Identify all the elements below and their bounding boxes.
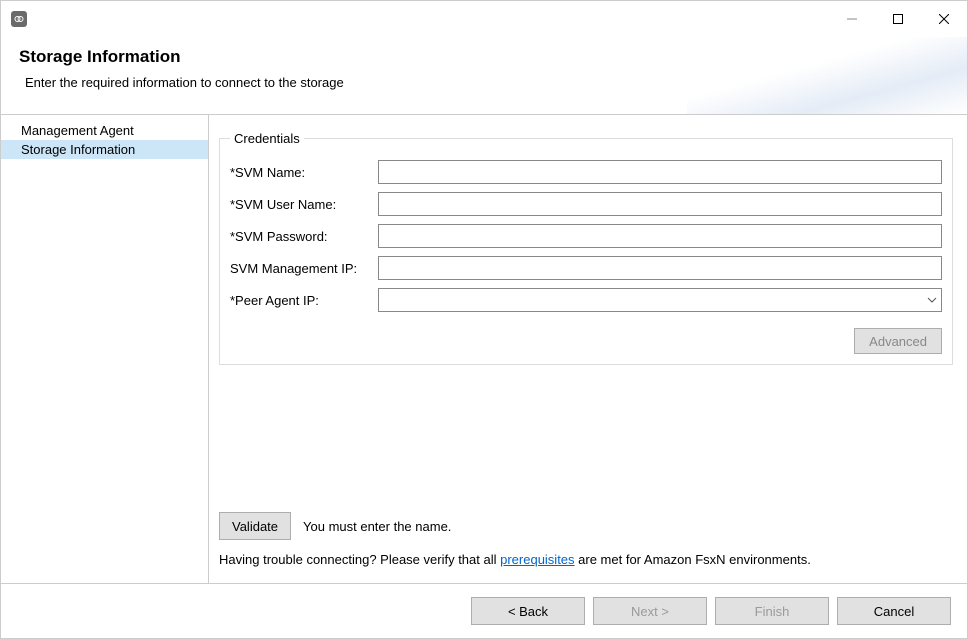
row-svm-user: *SVM User Name: (230, 192, 942, 216)
page-title: Storage Information (19, 47, 947, 67)
row-peer-agent-ip: *Peer Agent IP: (230, 288, 942, 312)
title-bar (1, 1, 967, 37)
banner: Storage Information Enter the required i… (1, 37, 967, 115)
sidebar-item-label: Management Agent (21, 123, 134, 138)
maximize-button[interactable] (875, 1, 921, 37)
input-svm-name[interactable] (378, 160, 942, 184)
help-text: Having trouble connecting? Please verify… (219, 552, 953, 567)
sidebar-item-storage-information[interactable]: Storage Information (1, 140, 208, 159)
row-svm-name: *SVM Name: (230, 160, 942, 184)
combo-peer-agent-ip[interactable] (378, 288, 942, 312)
app-icon (11, 11, 27, 27)
close-button[interactable] (921, 1, 967, 37)
main: Management Agent Storage Information Cre… (1, 115, 967, 584)
input-svm-mgmt-ip[interactable] (378, 256, 942, 280)
minimize-button[interactable] (829, 1, 875, 37)
label-svm-password: *SVM Password: (230, 229, 378, 244)
help-suffix: are met for Amazon FsxN environments. (575, 552, 811, 567)
sidebar: Management Agent Storage Information (1, 115, 209, 583)
label-peer-agent-ip: *Peer Agent IP: (230, 293, 378, 308)
prerequisites-link[interactable]: prerequisites (500, 552, 574, 567)
validate-row: Validate You must enter the name. (219, 512, 953, 540)
help-prefix: Having trouble connecting? Please verify… (219, 552, 500, 567)
row-svm-mgmt-ip: SVM Management IP: (230, 256, 942, 280)
sidebar-item-label: Storage Information (21, 142, 135, 157)
label-svm-name: *SVM Name: (230, 165, 378, 180)
cancel-button[interactable]: Cancel (837, 597, 951, 625)
input-svm-user[interactable] (378, 192, 942, 216)
row-svm-password: *SVM Password: (230, 224, 942, 248)
page-subtitle: Enter the required information to connec… (25, 75, 947, 90)
credentials-group: Credentials *SVM Name: *SVM User Name: *… (219, 131, 953, 365)
validate-button[interactable]: Validate (219, 512, 291, 540)
input-svm-password[interactable] (378, 224, 942, 248)
credentials-legend: Credentials (230, 131, 304, 146)
label-svm-user: *SVM User Name: (230, 197, 378, 212)
chevron-down-icon (923, 295, 941, 306)
next-button[interactable]: Next > (593, 597, 707, 625)
advanced-button[interactable]: Advanced (854, 328, 942, 354)
label-svm-mgmt-ip: SVM Management IP: (230, 261, 378, 276)
content: Credentials *SVM Name: *SVM User Name: *… (209, 115, 967, 583)
sidebar-item-management-agent[interactable]: Management Agent (1, 121, 208, 140)
validate-message: You must enter the name. (303, 519, 451, 534)
finish-button[interactable]: Finish (715, 597, 829, 625)
footer: < Back Next > Finish Cancel (1, 584, 967, 638)
back-button[interactable]: < Back (471, 597, 585, 625)
spacer (219, 365, 953, 502)
window-controls (829, 1, 967, 37)
